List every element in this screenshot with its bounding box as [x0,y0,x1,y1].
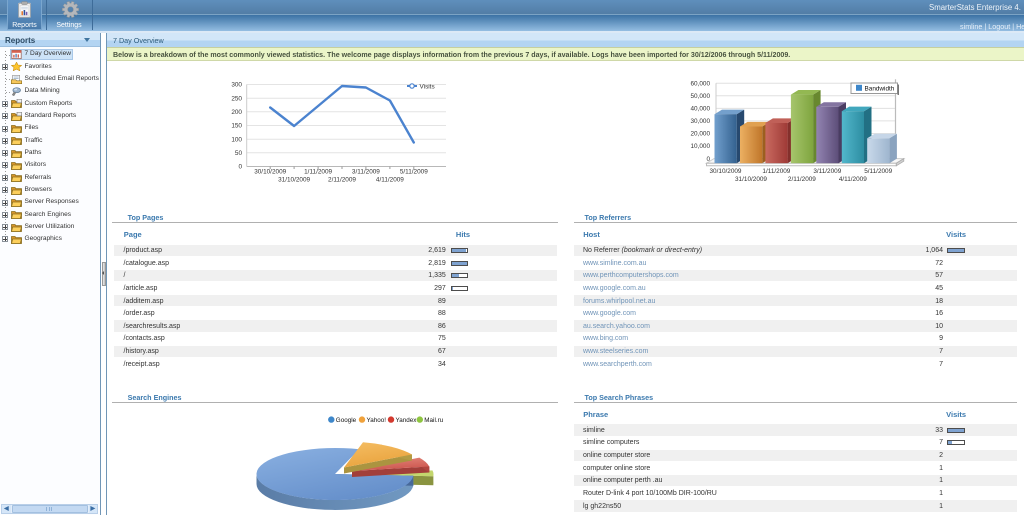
svg-text:60,000: 60,000 [690,81,710,88]
svg-text:1/11/2009: 1/11/2009 [304,168,332,175]
svg-text:4/11/2009: 4/11/2009 [376,177,404,184]
svg-text:30/10/2009: 30/10/2009 [710,168,742,175]
svg-text:5/11/2009: 5/11/2009 [400,168,428,175]
svg-text:150: 150 [231,123,242,130]
svg-text:3/11/2009: 3/11/2009 [352,168,380,175]
svg-text:1/11/2009: 1/11/2009 [762,168,790,175]
svg-text:5/11/2009: 5/11/2009 [864,168,892,175]
svg-text:50: 50 [235,150,243,157]
svg-text:31/10/2009: 31/10/2009 [278,177,310,184]
svg-text:Mail.ru: Mail.ru [424,417,443,424]
svg-text:10,000: 10,000 [690,143,710,150]
svg-text:2/11/2009: 2/11/2009 [788,176,816,183]
svg-text:Yandex: Yandex [396,417,418,424]
svg-text:3/11/2009: 3/11/2009 [813,168,841,175]
svg-text:250: 250 [231,95,242,102]
svg-text:40,000: 40,000 [690,106,710,113]
svg-text:Google: Google [336,417,357,424]
svg-text:20,000: 20,000 [690,131,710,138]
svg-text:31/10/2009: 31/10/2009 [735,176,767,183]
svg-text:Bandwidth: Bandwidth [865,86,895,93]
svg-text:30,000: 30,000 [690,118,710,125]
svg-text:30/10/2009: 30/10/2009 [254,168,286,175]
svg-text:Yahoo!: Yahoo! [367,417,387,424]
svg-text:300: 300 [231,82,242,89]
svg-text:2/11/2009: 2/11/2009 [328,177,356,184]
svg-text:200: 200 [231,109,242,116]
svg-text:4/11/2009: 4/11/2009 [839,176,867,183]
svg-text:100: 100 [231,136,242,143]
svg-text:Visits: Visits [420,83,435,90]
svg-text:0: 0 [238,164,242,171]
svg-text:50,000: 50,000 [690,93,710,100]
